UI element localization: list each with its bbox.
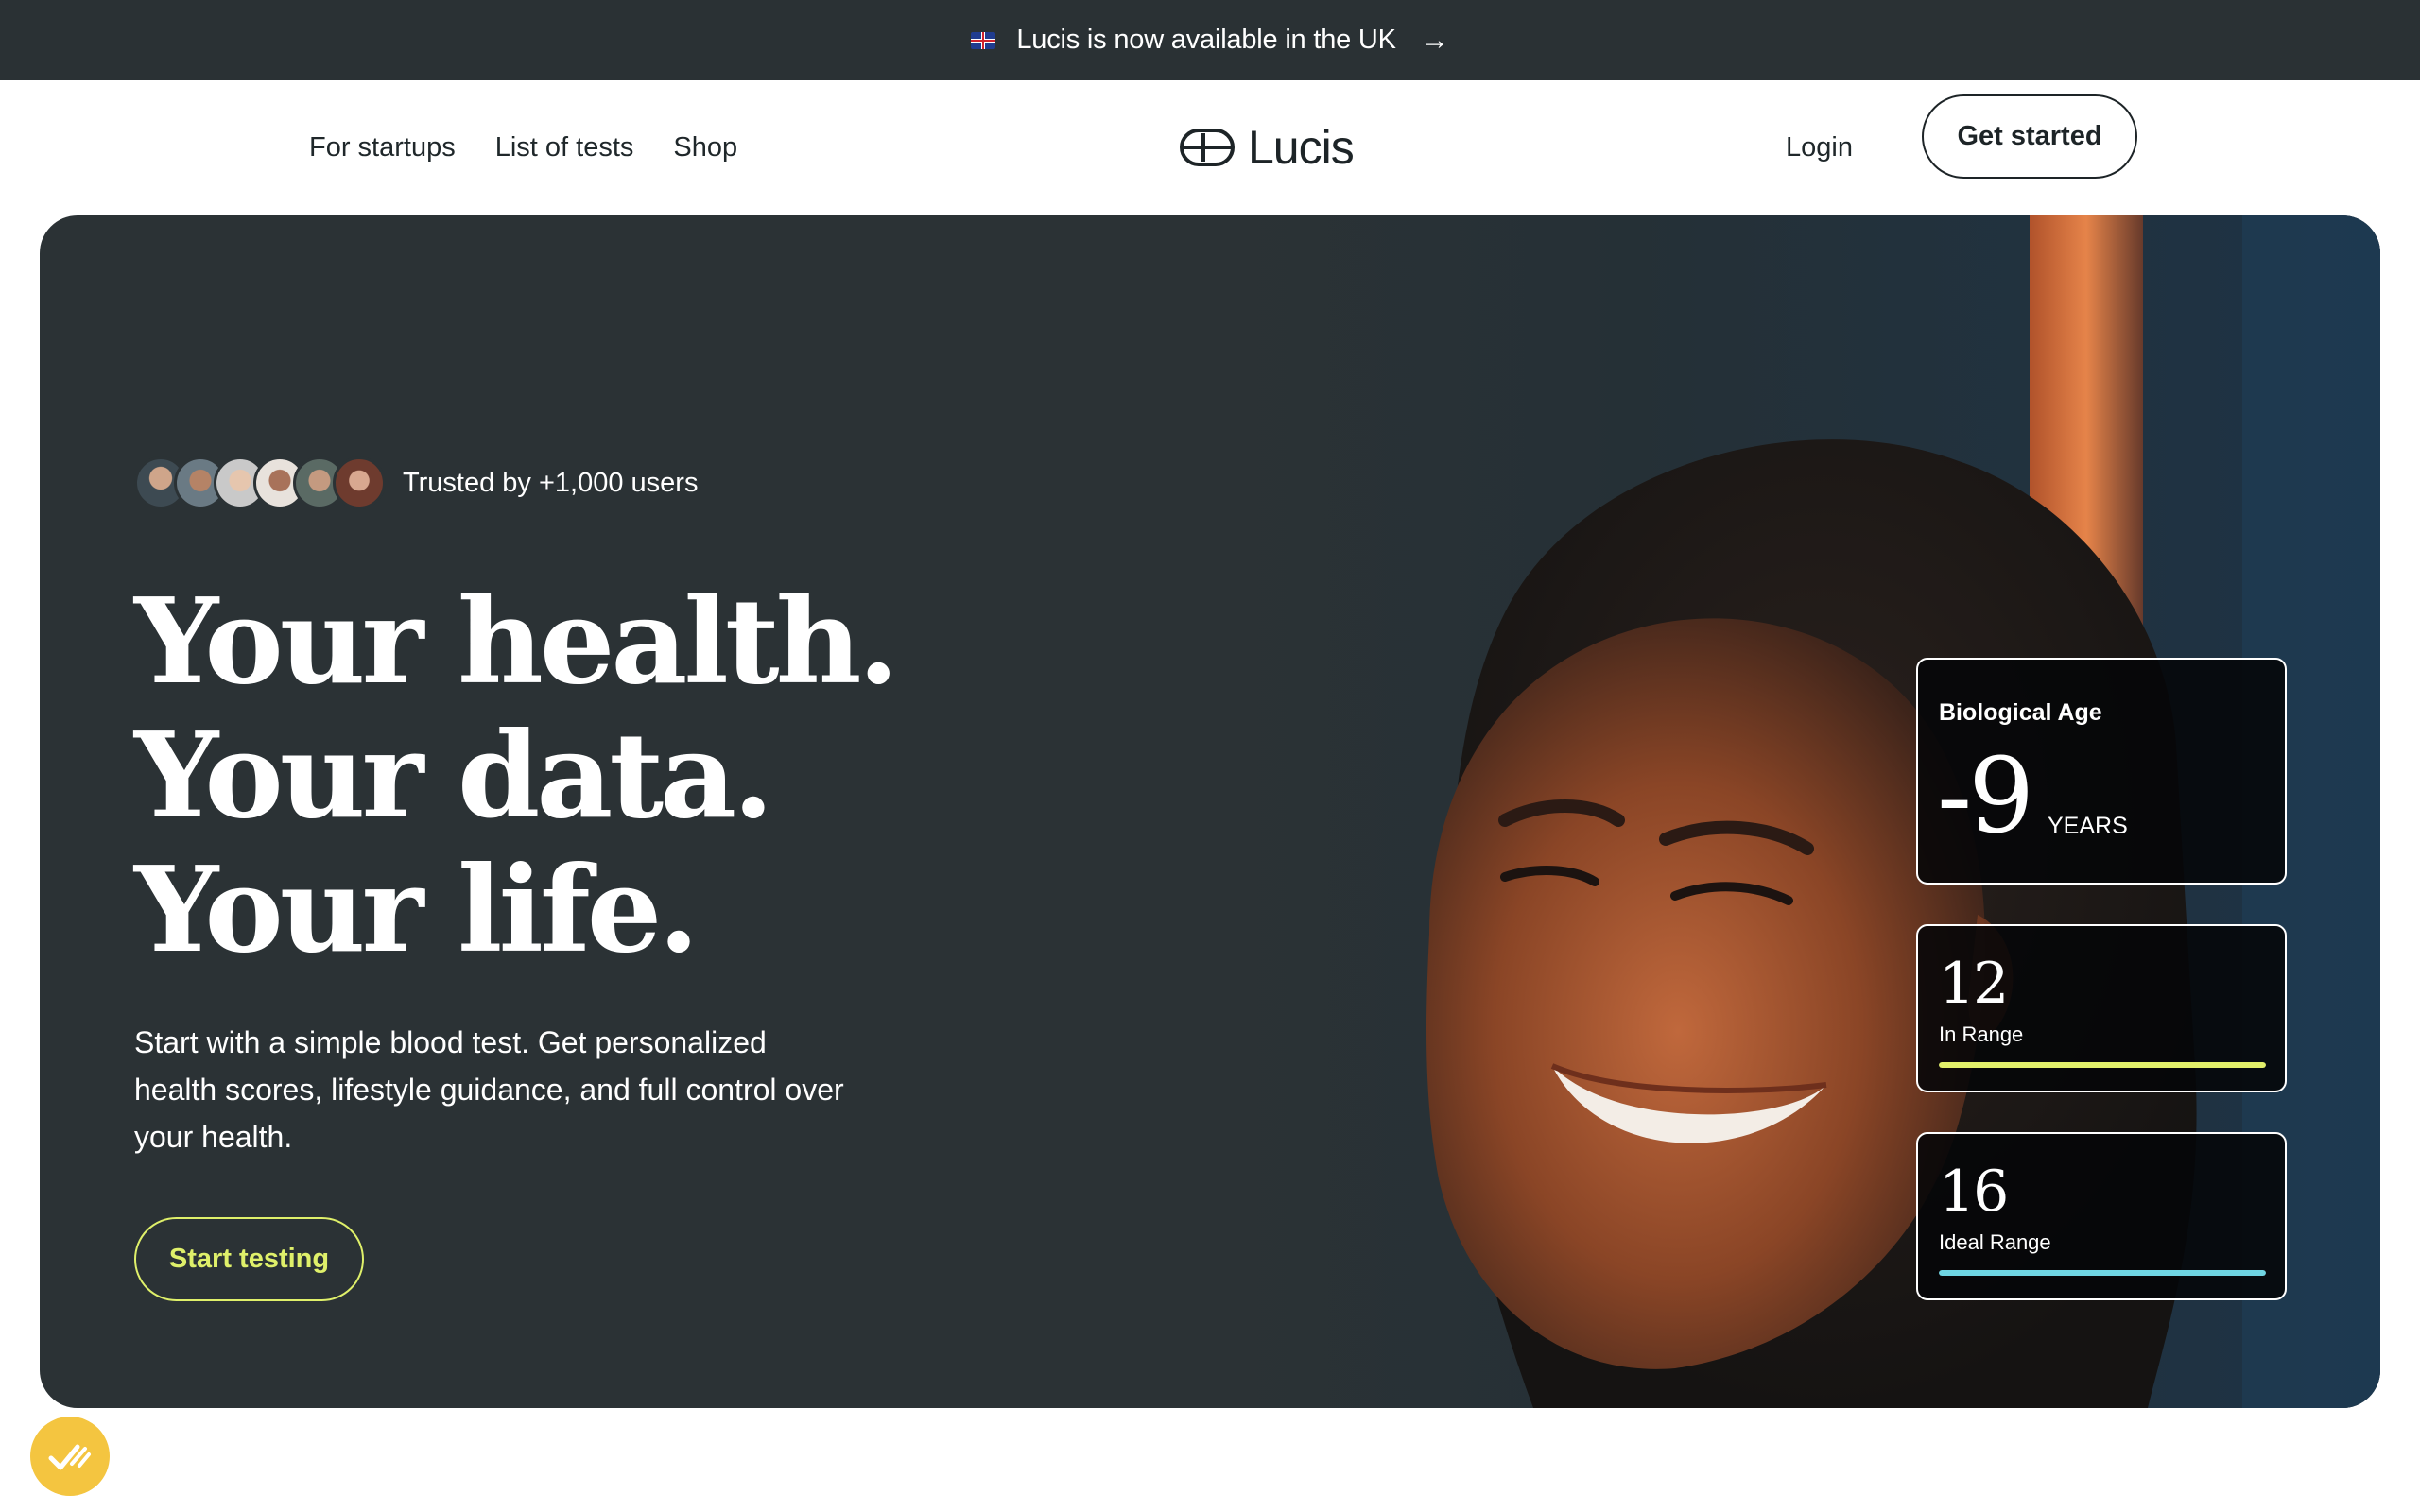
headline-line: Your life. [134,841,700,979]
trusted-text: Trusted by +1,000 users [403,467,699,498]
biological-age-unit: YEARS [2048,813,2128,839]
nav-link-shop[interactable]: Shop [673,132,737,163]
announcement-text: Lucis is now available in the UK [1016,25,1396,55]
card-label: Biological Age [1939,699,2102,726]
biological-age-card: Biological Age -9 YEARS [1916,658,2287,885]
hero-subtext: Start with a simple blood test. Get pers… [134,1025,844,1154]
logo[interactable]: Lucis [1180,114,1355,180]
get-started-button[interactable]: Get started [1922,94,2137,179]
in-range-progress-bar [1939,1062,2266,1068]
headline-line: Your health. [134,573,899,711]
start-testing-button[interactable]: Start testing [134,1217,364,1301]
hero-section: Trusted by +1,000 users Your health. You… [40,215,2380,1408]
ideal-range-progress-bar [1939,1270,2266,1276]
ideal-range-label: Ideal Range [1939,1230,2051,1254]
in-range-value: 12 [1939,951,2009,1017]
ideal-range-card: 16 Ideal Range [1916,1132,2287,1300]
biological-age-value: -9 [1937,735,2034,856]
nav-link-list-of-tests[interactable]: List of tests [495,132,634,163]
ideal-range-value: 16 [1939,1159,2009,1225]
hero-headline: Your health. Your data. Your life. [134,573,899,979]
in-range-label: In Range [1939,1022,2024,1046]
avatar-group [134,456,386,509]
trusted-by: Trusted by +1,000 users [134,456,698,509]
announcement-bar[interactable]: Lucis is now available in the UK → [0,0,2420,80]
login-link[interactable]: Login [1786,80,1853,215]
logo-text: Lucis [1248,121,1355,174]
main-nav: For startups List of tests Shop Lucis Lo… [0,80,2420,215]
accessibility-widget-button[interactable] [30,1417,110,1496]
ideal-range-progress-fill [1939,1270,2266,1276]
avatar [333,456,386,509]
uk-flag-icon [971,31,996,49]
headline-line: Your data. [134,707,774,845]
in-range-progress-fill [1939,1062,2266,1068]
arrow-right-icon: → [1420,24,1449,56]
checkmark-icon [48,1444,91,1470]
in-range-card: 12 In Range [1916,924,2287,1092]
nav-link-for-startups[interactable]: For startups [309,132,456,163]
logo-mark-icon [1180,129,1235,166]
nav-links: For startups List of tests Shop [309,80,737,215]
